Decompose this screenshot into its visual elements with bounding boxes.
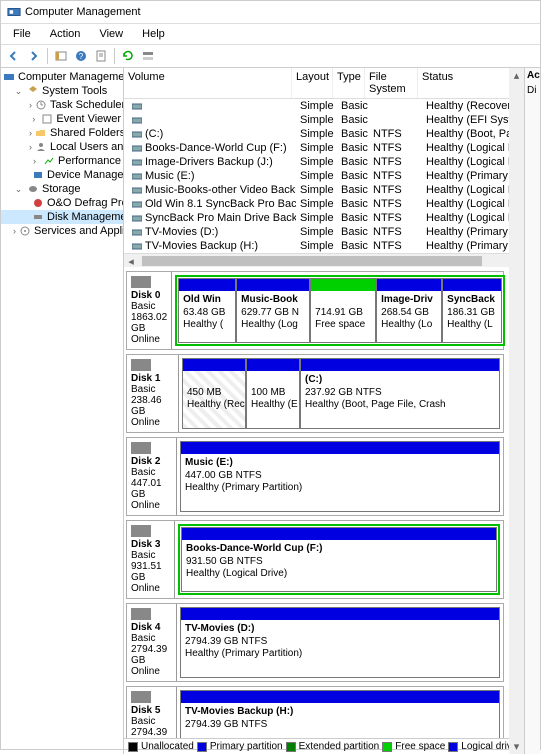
disk-row[interactable]: Disk 2Basic447.01 GBOnlineMusic (E:)447.…	[126, 437, 504, 516]
vertical-scrollbar[interactable]: ▴ ▾	[509, 267, 524, 738]
legend: Unallocated Primary partition Extended p…	[124, 738, 524, 754]
disk-icon	[131, 276, 151, 288]
menu-view[interactable]: View	[91, 26, 131, 42]
disk-graphic-pane: ▴ ▾ Disk 0Basic1863.02 GBOnlineOld Win63…	[124, 267, 524, 738]
partition[interactable]: (C:)237.92 GB NTFSHealthy (Boot, Page Fi…	[300, 358, 500, 429]
disk-icon	[131, 442, 151, 454]
action-item[interactable]: Di	[525, 83, 540, 98]
partition[interactable]: Music (E:)447.00 GB NTFSHealthy (Primary…	[180, 441, 500, 512]
legend-free: Free space	[395, 741, 445, 752]
disk-icon	[131, 359, 151, 371]
legend-extended-icon	[286, 742, 296, 752]
volume-row[interactable]: SyncBack Pro Main Drive Backup (G:)Simpl…	[124, 211, 524, 225]
partition[interactable]: TV-Movies Backup (H:)2794.39 GB NTFS	[180, 690, 500, 738]
disk-row[interactable]: Disk 5Basic2794.39 GBOnlineTV-Movies Bac…	[126, 686, 504, 738]
titlebar: Computer Management	[1, 1, 540, 24]
volume-row[interactable]: SimpleBasicHealthy (EFI System Partit	[124, 113, 524, 127]
volume-row[interactable]: (C:)SimpleBasicNTFSHealthy (Boot, Page F…	[124, 127, 524, 141]
partition[interactable]: 450 MBHealthy (Reco	[182, 358, 246, 429]
tree-task-scheduler[interactable]: ›Task Scheduler	[1, 98, 123, 112]
tree-root[interactable]: Computer Management (L	[1, 70, 123, 84]
disk-header[interactable]: Disk 3Basic931.51 GBOnline	[127, 521, 175, 598]
volume-row[interactable]: TV-Movies (D:)SimpleBasicNTFSHealthy (Pr…	[124, 225, 524, 239]
disk-header[interactable]: Disk 5Basic2794.39 GBOnline	[127, 687, 177, 738]
content-pane: Volume Layout Type File System Status Si…	[124, 68, 524, 754]
horizontal-scrollbar[interactable]: ◂ ▸	[124, 253, 524, 267]
disk-icon	[131, 691, 151, 703]
disk-icon	[131, 608, 151, 620]
volume-list-header: Volume Layout Type File System Status	[124, 68, 524, 99]
forward-icon[interactable]	[25, 47, 43, 65]
volume-row[interactable]: Music-Books-other Video Backup (I:)Simpl…	[124, 183, 524, 197]
volume-row[interactable]: TV-Movies Backup (H:)SimpleBasicNTFSHeal…	[124, 239, 524, 253]
partition[interactable]: Music-Book629.77 GB NHealthy (Log	[236, 278, 310, 343]
legend-free-icon	[382, 742, 392, 752]
menu-file[interactable]: File	[5, 26, 39, 42]
legend-logical-icon	[448, 742, 458, 752]
partition[interactable]: TV-Movies (D:)2794.39 GB NTFSHealthy (Pr…	[180, 607, 500, 678]
disk-header[interactable]: Disk 1Basic238.46 GBOnline	[127, 355, 179, 432]
partition[interactable]: Old Win63.48 GBHealthy (	[178, 278, 236, 343]
refresh-icon[interactable]	[119, 47, 137, 65]
partition[interactable]: 714.91 GBFree space	[310, 278, 376, 343]
menubar: File Action View Help	[1, 24, 540, 45]
volume-row[interactable]: Music (E:)SimpleBasicNTFSHealthy (Primar…	[124, 169, 524, 183]
tree-event-viewer[interactable]: ›Event Viewer	[1, 112, 123, 126]
tree-storage[interactable]: ⌄Storage	[1, 182, 123, 196]
col-type[interactable]: Type	[333, 68, 365, 98]
partition[interactable]: 100 MBHealthy (E	[246, 358, 300, 429]
volume-row[interactable]: Image-Drivers Backup (J:)SimpleBasicNTFS…	[124, 155, 524, 169]
volume-row[interactable]: Old Win 8.1 SyncBack Pro Backup (L:)Simp…	[124, 197, 524, 211]
show-hide-icon[interactable]	[52, 47, 70, 65]
partition[interactable]: Books-Dance-World Cup (F:)931.50 GB NTFS…	[181, 527, 497, 592]
volume-row[interactable]: SimpleBasicHealthy (Recovery Partitio	[124, 99, 524, 113]
legend-unallocated-icon	[128, 742, 138, 752]
tree-oo-defrag[interactable]: O&O Defrag Profess	[1, 196, 123, 210]
back-icon[interactable]	[5, 47, 23, 65]
properties-icon[interactable]	[92, 47, 110, 65]
tree-services[interactable]: ›Services and Application	[1, 224, 123, 238]
disk-header[interactable]: Disk 0Basic1863.02 GBOnline	[127, 272, 172, 349]
tree-system-tools[interactable]: ⌄System Tools	[1, 84, 123, 98]
disk-header[interactable]: Disk 2Basic447.01 GBOnline	[127, 438, 177, 515]
legend-primary-icon	[197, 742, 207, 752]
toolbar: ?	[1, 45, 540, 68]
partition[interactable]: Image-Driv268.54 GBHealthy (Lo	[376, 278, 442, 343]
partition[interactable]: SyncBack186.31 GBHealthy (L	[442, 278, 502, 343]
tree-pane: Computer Management (L ⌄System Tools ›Ta…	[1, 68, 124, 754]
svg-text:?: ?	[79, 52, 84, 61]
legend-extended: Extended partition	[299, 741, 380, 752]
action-list-icon[interactable]	[139, 47, 157, 65]
disk-icon	[131, 525, 151, 537]
legend-unallocated: Unallocated	[141, 741, 194, 752]
tree-performance[interactable]: ›Performance	[1, 154, 123, 168]
tree-shared-folders[interactable]: ›Shared Folders	[1, 126, 123, 140]
window-title: Computer Management	[25, 6, 141, 18]
menu-help[interactable]: Help	[134, 26, 173, 42]
disk-row[interactable]: Disk 4Basic2794.39 GBOnlineTV-Movies (D:…	[126, 603, 504, 682]
volume-list: SimpleBasicHealthy (Recovery PartitioSim…	[124, 99, 524, 253]
col-volume[interactable]: Volume	[124, 68, 292, 98]
scrollbar-thumb[interactable]	[142, 256, 482, 266]
legend-primary: Primary partition	[210, 741, 283, 752]
action-pane: Ac Di	[524, 68, 540, 754]
disk-row[interactable]: Disk 0Basic1863.02 GBOnlineOld Win63.48 …	[126, 271, 504, 350]
volume-row[interactable]: Books-Dance-World Cup (F:)SimpleBasicNTF…	[124, 141, 524, 155]
disk-row[interactable]: Disk 1Basic238.46 GBOnline450 MBHealthy …	[126, 354, 504, 433]
disk-header[interactable]: Disk 4Basic2794.39 GBOnline	[127, 604, 177, 681]
help-icon[interactable]: ?	[72, 47, 90, 65]
col-layout[interactable]: Layout	[292, 68, 333, 98]
menu-action[interactable]: Action	[42, 26, 89, 42]
disk-row[interactable]: Disk 3Basic931.51 GBOnlineBooks-Dance-Wo…	[126, 520, 504, 599]
action-header: Ac	[525, 68, 540, 83]
tree-device-manager[interactable]: Device Manager	[1, 168, 123, 182]
tree-disk-management[interactable]: Disk Management	[1, 210, 123, 224]
app-icon	[7, 5, 21, 19]
scroll-left-icon[interactable]: ◂	[124, 254, 138, 268]
tree-local-users[interactable]: ›Local Users and Gro	[1, 140, 123, 154]
col-filesystem[interactable]: File System	[365, 68, 418, 98]
